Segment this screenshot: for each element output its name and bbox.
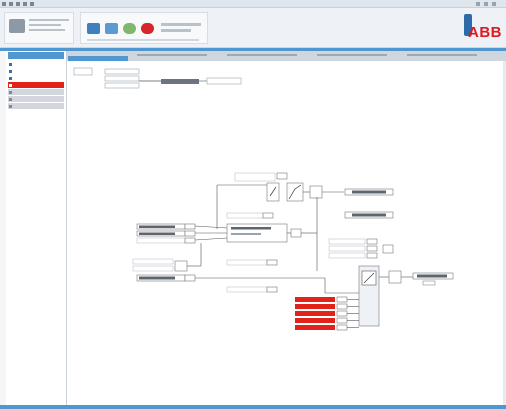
sidebar-header: [8, 52, 64, 59]
param-value-box: [266, 286, 278, 293]
param-label-box: [234, 172, 276, 182]
device-info-line: [29, 24, 61, 26]
selected-signal-block: [161, 79, 199, 84]
sidebar-item[interactable]: [8, 96, 64, 102]
param-label-box: [226, 259, 268, 266]
folder-icon: [9, 76, 12, 80]
alarm-value-box: [336, 317, 348, 324]
alarm-value-box: [336, 324, 348, 331]
refresh-icon[interactable]: [105, 23, 118, 34]
param-label-box: [132, 265, 174, 272]
folder-icon: [9, 90, 12, 94]
param-value-box: [266, 259, 278, 266]
folder-icon: [9, 62, 12, 66]
param-label-box: [132, 258, 174, 265]
alarm-value-box: [336, 310, 348, 317]
sidebar-item[interactable]: [8, 75, 64, 81]
tab[interactable]: [227, 54, 297, 56]
alarm-row: [295, 318, 335, 323]
input-signal-box: [136, 237, 186, 244]
tab-bar: [67, 51, 506, 61]
group-caption-line: [87, 39, 199, 41]
undo-icon[interactable]: [16, 2, 20, 6]
alarm-value-box: [336, 303, 348, 310]
alarm-row: [295, 304, 335, 309]
folder-icon: [9, 104, 12, 108]
param-value-box: [184, 237, 196, 244]
minimize-icon[interactable]: [476, 2, 480, 6]
title-bar: [0, 0, 506, 8]
alarm-row: [295, 311, 335, 316]
save-icon[interactable]: [9, 2, 13, 6]
option-box: [104, 82, 140, 89]
option-box: [104, 75, 140, 82]
signal-label: [352, 190, 386, 194]
status-line: [161, 23, 201, 26]
close-icon[interactable]: [492, 2, 496, 6]
alarm-icon: [9, 83, 12, 87]
alarm-rows: [295, 296, 359, 331]
tab[interactable]: [407, 54, 477, 56]
param-value-box: [366, 238, 378, 245]
app-window: ABB: [0, 0, 506, 409]
breadcrumb-box: [73, 67, 93, 76]
signal-label: [352, 213, 386, 217]
settings-icon[interactable]: [123, 23, 136, 34]
sidebar-item-active[interactable]: [8, 82, 64, 88]
sidebar-item[interactable]: [8, 68, 64, 74]
param-value-box: [262, 212, 274, 219]
folder-icon: [9, 97, 12, 101]
brand-logo: ABB: [468, 24, 502, 41]
summing-icon: [388, 270, 402, 284]
option-box: [104, 68, 140, 75]
device-group: [4, 12, 74, 44]
switch-icon: [290, 228, 302, 238]
limiter-icon: [309, 185, 323, 199]
drive-icon[interactable]: [9, 19, 25, 33]
param-label-box: [328, 245, 366, 252]
summing-icon: [382, 244, 394, 254]
param-label-box: [226, 286, 268, 293]
param-value-box: [276, 172, 288, 180]
device-info-line: [29, 19, 69, 21]
status-bar: [0, 405, 506, 409]
param-value-box: [366, 252, 378, 259]
param-value-box: [184, 230, 196, 237]
sidebar-item[interactable]: [8, 61, 64, 67]
param-value-box: [366, 245, 378, 252]
device-info-line: [29, 29, 65, 31]
param-label-box: [328, 252, 366, 259]
maximize-icon[interactable]: [484, 2, 488, 6]
stop-icon[interactable]: [141, 23, 154, 34]
help-icon[interactable]: [30, 2, 34, 6]
alarm-row: [295, 297, 335, 302]
alarm-row: [295, 325, 335, 330]
param-value-box: [184, 274, 196, 282]
sidebar-item[interactable]: [8, 89, 64, 95]
block-diagram: [73, 67, 454, 331]
sidebar: [6, 51, 67, 409]
tools-group: [80, 12, 208, 44]
ribbon-toolbar: ABB: [0, 8, 506, 48]
monitor-icon[interactable]: [87, 23, 100, 34]
filter-icon: [174, 260, 188, 272]
param-label-box: [226, 212, 264, 219]
status-line: [161, 29, 191, 32]
param-value-box: [184, 223, 196, 230]
alarm-value-box: [336, 296, 348, 303]
output-box: [206, 77, 242, 85]
tab[interactable]: [317, 54, 387, 56]
tab[interactable]: [137, 54, 207, 56]
diagram-canvas: [67, 61, 506, 405]
param-value-box: [422, 280, 436, 286]
param-label-box: [328, 238, 366, 245]
sidebar-item[interactable]: [8, 103, 64, 109]
folder-icon: [9, 69, 12, 73]
app-menu-icon[interactable]: [2, 2, 6, 6]
redo-icon[interactable]: [23, 2, 27, 6]
